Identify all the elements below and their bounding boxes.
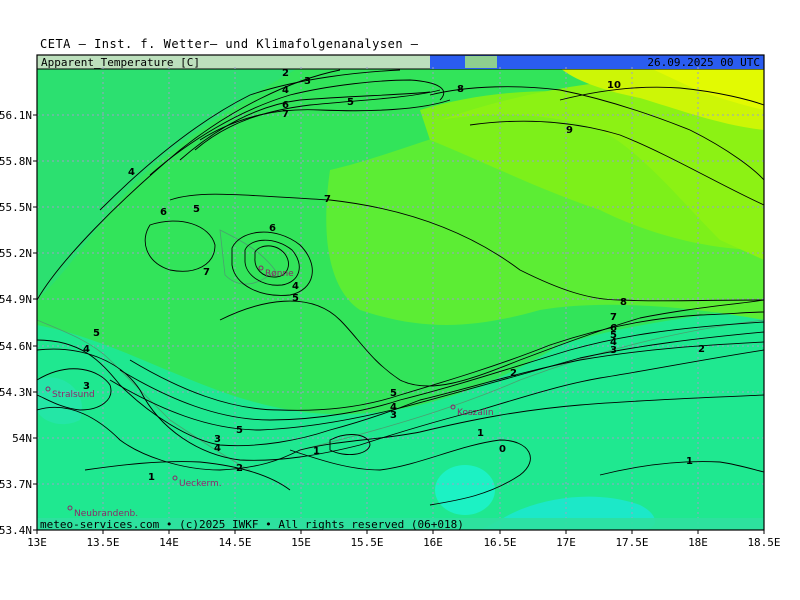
contour-label: 2 bbox=[236, 463, 243, 474]
lat-tick-label: 54.6N bbox=[0, 340, 32, 353]
lon-tick-label: 15E bbox=[291, 536, 311, 549]
contour-label: 9 bbox=[566, 125, 573, 136]
lat-tick-label: 55.2N bbox=[0, 247, 32, 260]
lon-tick-label: 16E bbox=[423, 536, 443, 549]
lon-tick-label: 16.5E bbox=[483, 536, 516, 549]
lon-tick-label: 18E bbox=[688, 536, 708, 549]
contour-label: 7 bbox=[324, 194, 331, 205]
contour-label: 3 bbox=[304, 76, 311, 87]
contour-label: 5 bbox=[193, 204, 200, 215]
contour-label: 7 bbox=[610, 312, 617, 323]
contour-label: 1 bbox=[477, 428, 484, 439]
contour-label: 7 bbox=[282, 109, 289, 120]
contour-label: 1 bbox=[686, 456, 693, 467]
datetime-label: 26.09.2025 00 UTC bbox=[647, 56, 760, 69]
lat-tick-label: 54N bbox=[12, 432, 32, 445]
contour-label: 4 bbox=[282, 85, 289, 96]
contour-label: 4 bbox=[83, 344, 90, 355]
contour-label: 4 bbox=[292, 281, 299, 292]
contour-label: 5 bbox=[390, 388, 397, 399]
lon-tick-label: 17E bbox=[556, 536, 576, 549]
contour-label: 1 bbox=[313, 446, 320, 457]
contour-label: 5 bbox=[236, 425, 243, 436]
lon-tick-label: 17.5E bbox=[615, 536, 648, 549]
contour-label: 0 bbox=[499, 444, 506, 455]
variable-label: Apparent_Temperature [C] bbox=[41, 56, 200, 69]
contour-label: 6 bbox=[160, 207, 167, 218]
contour-label: 5 bbox=[93, 328, 100, 339]
lat-tick-label: 56.1N bbox=[0, 109, 32, 122]
longitude-axis: 13E 13.5E 14E 14.5E 15E 15.5E 16E 16.5E … bbox=[27, 530, 781, 549]
contour-label: 7 bbox=[203, 267, 210, 278]
copyright-footer: meteo-services.com • (c)2025 IWKF • All … bbox=[40, 518, 464, 531]
weather-map: Apparent_Temperature [C] 26.09.2025 00 U… bbox=[0, 54, 781, 549]
lat-tick-label: 53.7N bbox=[0, 478, 32, 491]
lat-tick-label: 55.8N bbox=[0, 155, 32, 168]
lon-tick-label: 13E bbox=[27, 536, 47, 549]
contour-label: 4 bbox=[390, 402, 397, 413]
contour-label: 2 bbox=[510, 368, 517, 379]
city-label: Stralsund bbox=[52, 390, 95, 400]
temperature-field bbox=[37, 67, 764, 530]
contour-label: 2 bbox=[698, 344, 705, 355]
contour-label: 8 bbox=[457, 84, 464, 95]
contour-label: 2 bbox=[282, 68, 289, 79]
contour-label: 10 bbox=[607, 80, 621, 91]
lat-tick-label: 54.3N bbox=[0, 386, 32, 399]
contour-label: 1 bbox=[148, 472, 155, 483]
lon-tick-label: 15.5E bbox=[350, 536, 383, 549]
city-label: Rønne bbox=[265, 269, 294, 279]
lon-tick-label: 14E bbox=[159, 536, 179, 549]
latitude-axis: 56.1N 55.8N 55.5N 55.2N 54.9N 54.6N 54.3… bbox=[0, 109, 37, 537]
contour-label: 6 bbox=[269, 223, 276, 234]
lon-tick-label: 18.5E bbox=[747, 536, 780, 549]
city-label: Koszalin bbox=[457, 408, 494, 418]
contour-label: 8 bbox=[620, 297, 627, 308]
lon-tick-label: 13.5E bbox=[86, 536, 119, 549]
city-label: Ueckerm. bbox=[179, 479, 222, 489]
lat-tick-label: 55.5N bbox=[0, 201, 32, 214]
lat-tick-label: 54.9N bbox=[0, 293, 32, 306]
contour-label: 4 bbox=[128, 167, 135, 178]
contour-label: 5 bbox=[347, 97, 354, 108]
lon-tick-label: 14.5E bbox=[218, 536, 251, 549]
contour-label: 5 bbox=[292, 293, 299, 304]
contour-label: 3 bbox=[610, 345, 617, 356]
